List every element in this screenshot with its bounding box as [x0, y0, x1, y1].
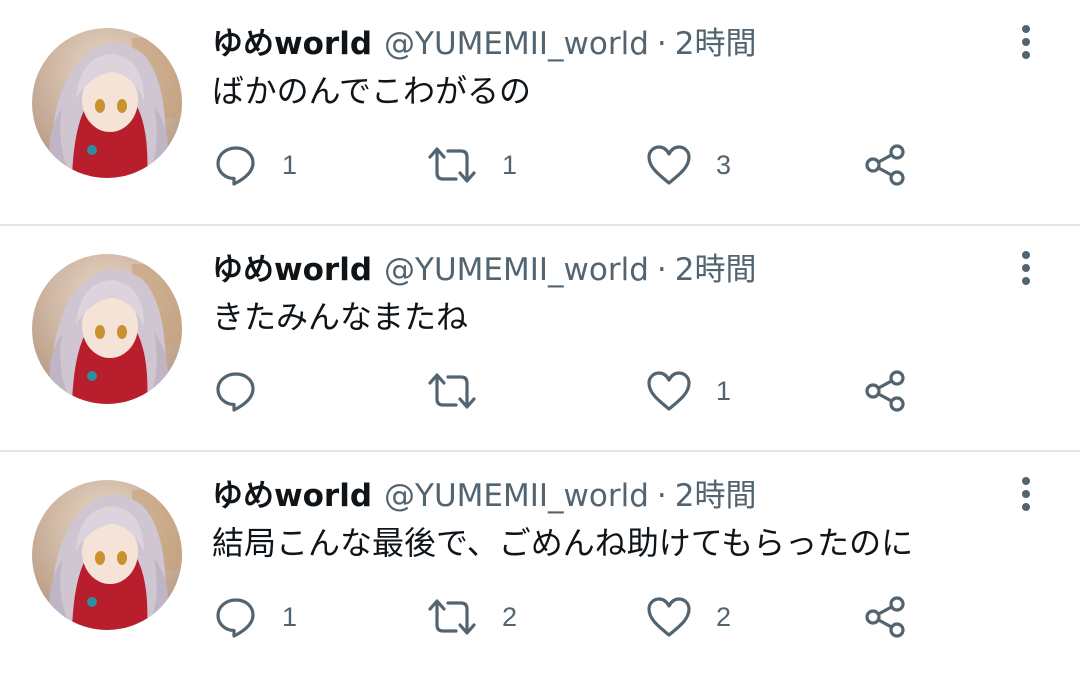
vertical-ellipsis-icon [1022, 477, 1030, 511]
like-button[interactable]: 3 [646, 138, 731, 192]
share-button[interactable] [862, 364, 908, 418]
retweet-icon [428, 373, 476, 409]
more-options-button[interactable] [1008, 248, 1044, 288]
tweet-actions: 1 [212, 364, 932, 418]
tweet-feed: ゆめworld @YUMEMII_world · 2時間 ばかのんでこわがるの … [0, 0, 1080, 662]
like-count: 1 [716, 375, 732, 406]
display-name[interactable]: ゆめworld [212, 474, 372, 518]
heart-icon [647, 597, 691, 637]
share-button[interactable] [862, 138, 908, 192]
tweet-text: ばかのんでこわがるの [212, 72, 532, 110]
tweet[interactable]: ゆめworld @YUMEMII_world · 2時間 きたみんなまたね 1 [0, 226, 1080, 452]
separator-dot: · [656, 478, 667, 514]
display-name[interactable]: ゆめworld [212, 248, 372, 292]
like-count: 3 [716, 149, 732, 180]
retweet-button[interactable] [426, 364, 502, 418]
avatar-image [32, 480, 182, 630]
tweet-header: ゆめworld @YUMEMII_world · 2時間 [212, 22, 757, 66]
display-name[interactable]: ゆめworld [212, 22, 372, 66]
tweet-actions: 1 1 3 [212, 138, 932, 192]
reply-button[interactable] [214, 364, 282, 418]
tweet-text: きたみんなまたね [212, 298, 469, 336]
retweet-icon [428, 599, 476, 635]
retweet-icon [428, 147, 476, 183]
tweet[interactable]: ゆめworld @YUMEMII_world · 2時間 結局こんな最後で、ごめ… [0, 452, 1080, 678]
vertical-ellipsis-icon [1022, 25, 1030, 59]
reply-icon [216, 372, 255, 412]
vertical-ellipsis-icon [1022, 251, 1030, 285]
heart-icon [647, 371, 691, 411]
avatar-image [32, 28, 182, 178]
like-button[interactable]: 2 [646, 590, 731, 644]
tweet-actions: 1 2 2 [212, 590, 932, 644]
tweet-header: ゆめworld @YUMEMII_world · 2時間 [212, 248, 757, 292]
reply-button[interactable]: 1 [214, 138, 297, 192]
retweet-button[interactable]: 2 [426, 590, 517, 644]
retweet-count: 1 [502, 149, 518, 180]
heart-icon [647, 145, 691, 185]
timestamp[interactable]: 2時間 [675, 474, 757, 518]
reply-button[interactable]: 1 [214, 590, 297, 644]
avatar-image [32, 254, 182, 404]
user-handle[interactable]: @YUMEMII_world [384, 474, 649, 518]
retweet-count: 2 [502, 601, 518, 632]
like-button[interactable]: 1 [646, 364, 731, 418]
share-icon [865, 144, 905, 186]
timestamp[interactable]: 2時間 [675, 248, 757, 292]
reply-count: 1 [282, 149, 298, 180]
share-icon [865, 370, 905, 412]
user-handle[interactable]: @YUMEMII_world [384, 248, 649, 292]
tweet-text: 結局こんな最後で、ごめんね助けてもらったのに [212, 524, 914, 562]
avatar[interactable] [32, 480, 182, 630]
reply-count: 1 [282, 601, 298, 632]
tweet-header: ゆめworld @YUMEMII_world · 2時間 [212, 474, 757, 518]
share-icon [865, 596, 905, 638]
reply-icon [216, 146, 255, 186]
timestamp[interactable]: 2時間 [675, 22, 757, 66]
avatar[interactable] [32, 28, 182, 178]
share-button[interactable] [862, 590, 908, 644]
more-options-button[interactable] [1008, 22, 1044, 62]
separator-dot: · [656, 252, 667, 288]
retweet-button[interactable]: 1 [426, 138, 517, 192]
tweet[interactable]: ゆめworld @YUMEMII_world · 2時間 ばかのんでこわがるの … [0, 0, 1080, 226]
avatar[interactable] [32, 254, 182, 404]
user-handle[interactable]: @YUMEMII_world [384, 22, 649, 66]
more-options-button[interactable] [1008, 474, 1044, 514]
reply-icon [216, 598, 255, 638]
like-count: 2 [716, 601, 732, 632]
separator-dot: · [656, 26, 667, 62]
